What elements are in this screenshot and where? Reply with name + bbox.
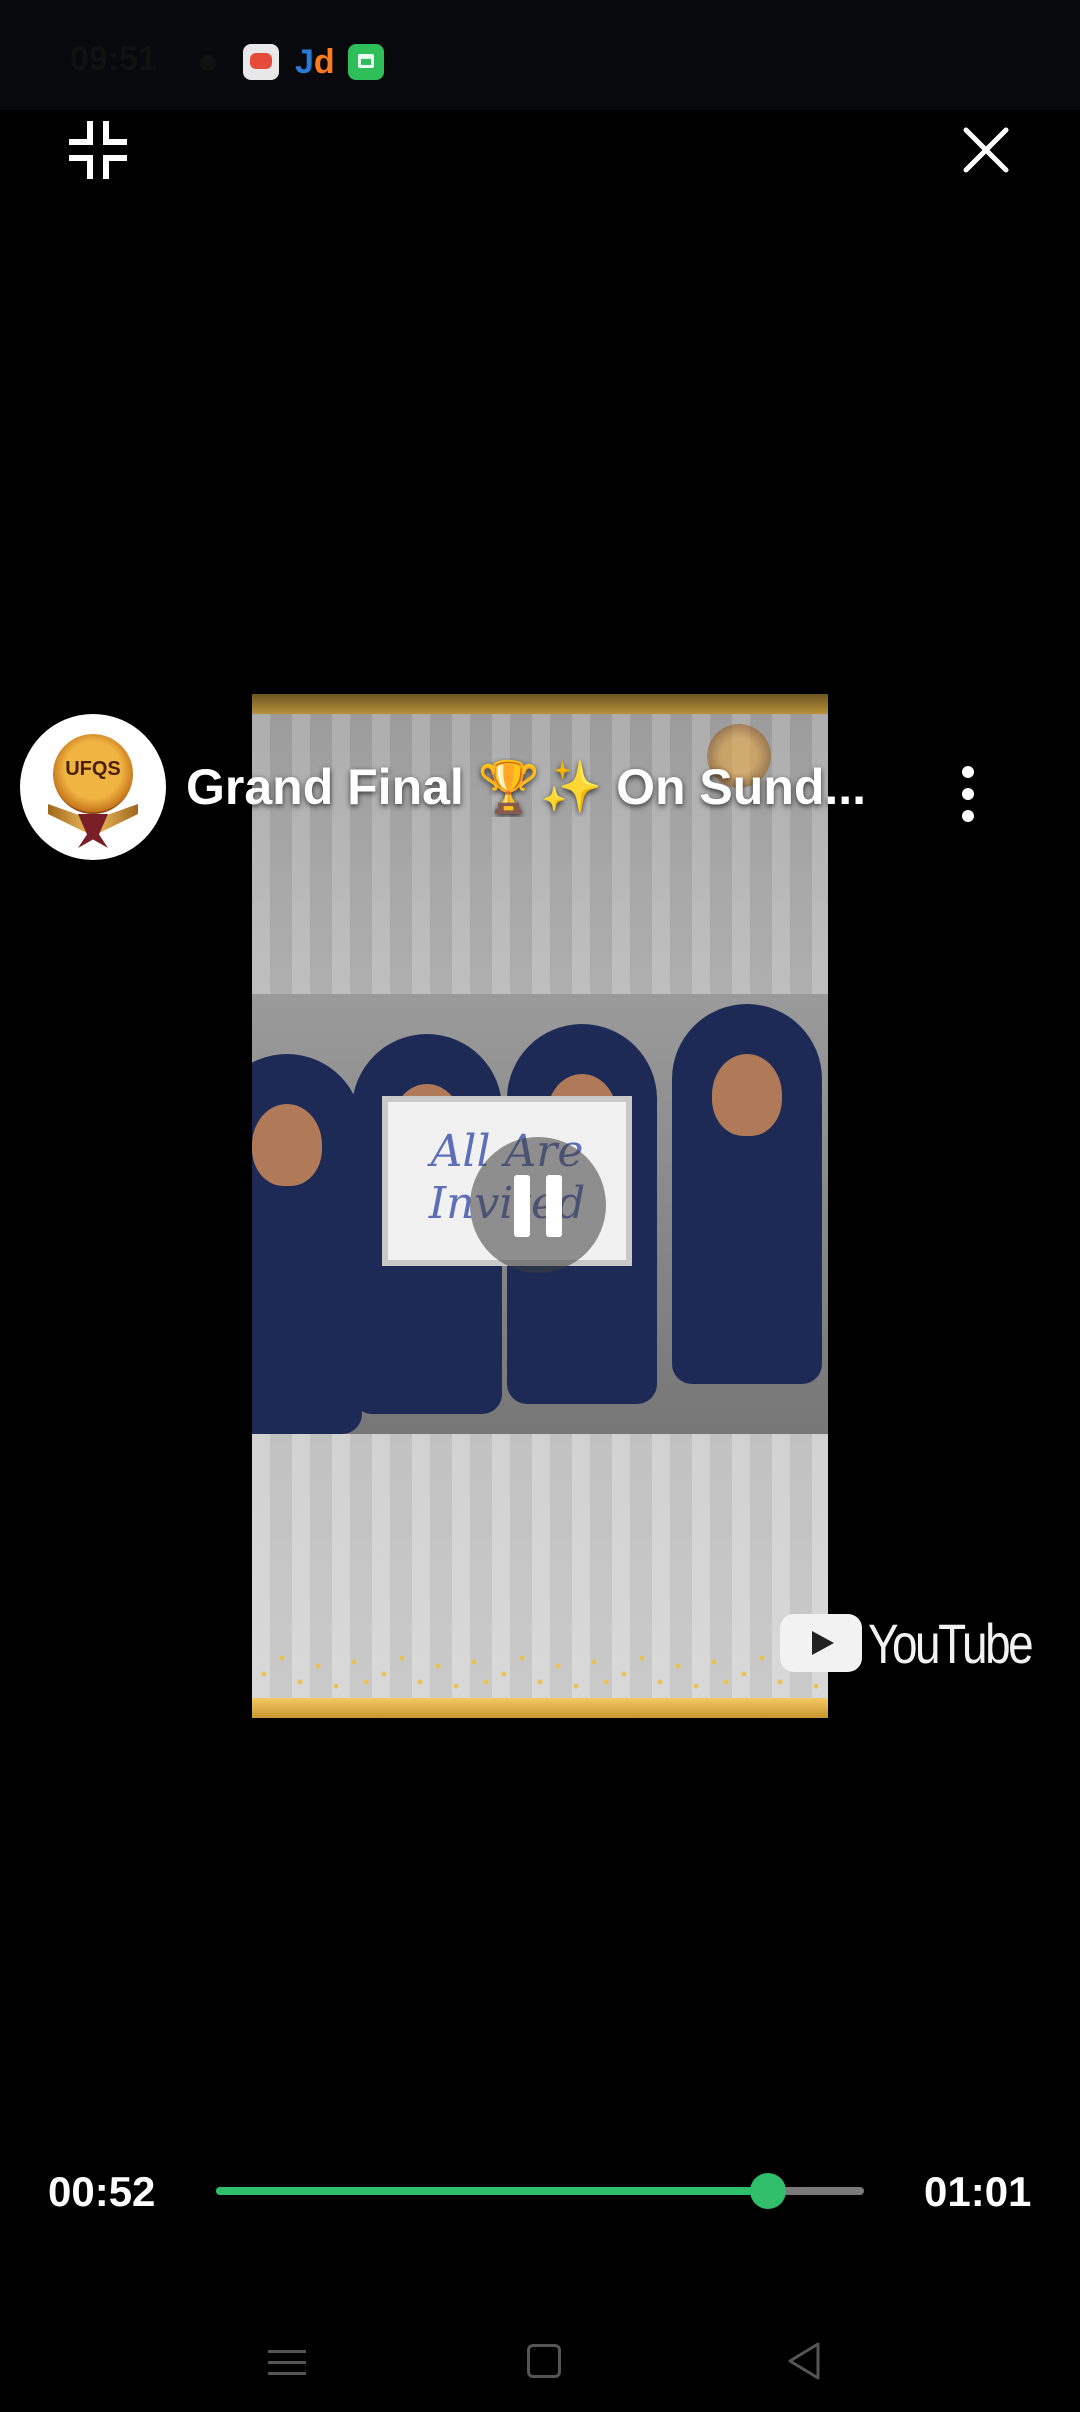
girl-figure [252,1054,362,1434]
progress-bar[interactable] [216,2173,864,2209]
game-app-icon [243,44,279,80]
status-bar: 09:51 Jd [0,0,1080,110]
pause-button[interactable] [470,1137,606,1273]
youtube-logo[interactable]: YouTube [780,1612,1034,1676]
minimize-icon[interactable] [68,120,128,180]
current-time: 00:52 [48,2168,156,2215]
status-time: 09:51 [70,40,157,78]
video-title[interactable]: Grand Final 🏆✨ On Sund... [186,758,906,817]
progress-fill [216,2187,769,2195]
video-border-bottom [252,1698,828,1718]
home-icon[interactable] [527,2344,561,2378]
navigation-bar [0,2300,1080,2412]
video-border-top [252,694,828,714]
total-time: 01:01 [924,2168,1032,2215]
store-app-icon [348,44,384,80]
back-icon[interactable] [784,2340,824,2382]
girl-figure [672,1004,822,1434]
avatar-crest: UFQS [53,734,133,814]
close-icon[interactable] [958,122,1014,178]
gold-sparkles [252,1618,828,1698]
jd-app-icon: Jd [295,43,335,81]
notification-dot-icon [200,55,216,71]
avatar-logo-text: UFQS [65,758,121,780]
channel-avatar[interactable]: UFQS [20,714,166,860]
youtube-play-icon [780,1614,862,1672]
more-options-icon[interactable] [952,762,984,826]
progress-thumb[interactable] [750,2173,787,2209]
menu-icon[interactable] [268,2346,306,2380]
avatar-ribbon-icon [78,814,108,848]
youtube-wordmark: YouTube [868,1612,1034,1675]
